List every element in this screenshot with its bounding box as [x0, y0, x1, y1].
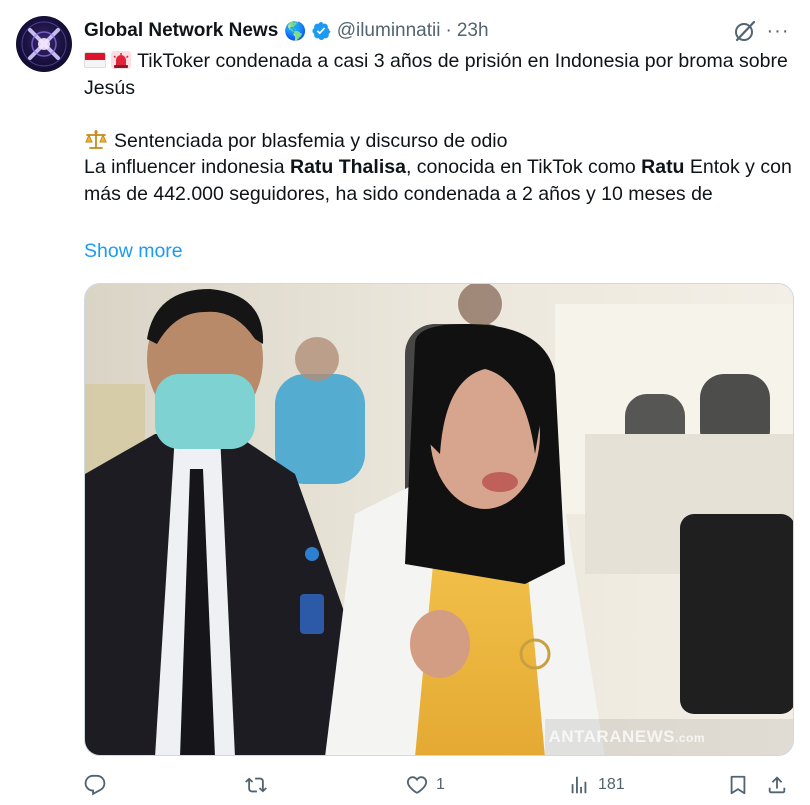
watermark-sub: .com	[674, 731, 705, 745]
avatar[interactable]	[16, 16, 72, 72]
body-bold-name: Ratu Thalisa	[289, 156, 406, 178]
like-button[interactable]: 1	[406, 774, 445, 796]
tweet-actions: 1 181	[84, 774, 796, 800]
watermark: ANTARANEWS.com	[548, 727, 705, 747]
body-bold-name: Ratu	[641, 156, 685, 178]
bookmark-icon	[730, 775, 746, 795]
share-button[interactable]	[766, 774, 788, 796]
views-count: 181	[598, 776, 625, 793]
views-icon	[571, 776, 587, 794]
siren-icon	[110, 50, 132, 70]
body-text: La influencer indonesia Ratu Thalisa, co…	[84, 154, 796, 207]
share-icon	[768, 776, 786, 794]
photo-image	[85, 284, 793, 755]
repost-icon	[245, 777, 267, 793]
bookmark-button[interactable]	[727, 774, 749, 796]
author-handle[interactable]: @iluminnatii	[337, 20, 441, 42]
subheadline-text: Sentenciada por blasfemia y discurso de …	[114, 129, 508, 152]
more-icon[interactable]: ···	[764, 18, 792, 44]
like-count: 1	[436, 776, 445, 793]
grok-icon[interactable]	[732, 18, 758, 44]
tweet-header: Global Network News 🌎 @iluminnatii · 23h	[84, 18, 489, 44]
repost-button[interactable]	[245, 774, 275, 796]
timestamp[interactable]: 23h	[457, 20, 489, 42]
watermark-main: ANTARANEWS	[548, 727, 675, 746]
reply-icon	[84, 774, 106, 796]
author-name[interactable]: Global Network News	[84, 20, 278, 42]
globe-emoji: 🌎	[284, 20, 307, 41]
tweet-photo[interactable]: ANTARANEWS.com	[84, 283, 794, 756]
body-text-part: , conocida en TikTok como	[405, 156, 642, 178]
indonesia-flag-icon	[84, 52, 106, 68]
avatar-logo-icon	[21, 21, 67, 67]
body-text-part: La influencer indonesia	[84, 156, 290, 178]
tweet[interactable]: Global Network News 🌎 @iluminnatii · 23h…	[0, 0, 810, 805]
separator-dot: ·	[445, 20, 452, 41]
headline-text: TikToker condenada a casi 3 años de pris…	[84, 50, 788, 99]
balance-scale-icon	[84, 129, 108, 151]
tweet-text: TikToker condenada a casi 3 años de pris…	[84, 48, 796, 207]
views-button[interactable]: 181	[568, 774, 625, 796]
show-more-link[interactable]: Show more	[84, 240, 183, 263]
heart-icon	[406, 776, 428, 794]
reply-button[interactable]	[84, 774, 114, 796]
verified-badge-icon	[311, 21, 331, 41]
